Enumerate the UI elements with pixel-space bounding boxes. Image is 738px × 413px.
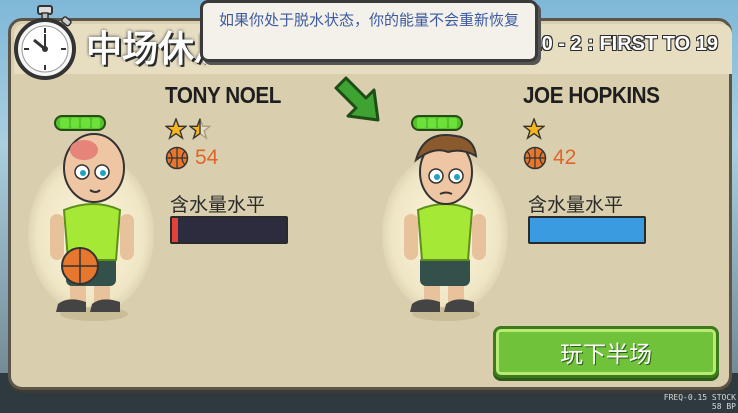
match-score: 10 - 2 : FIRST TO 19 xyxy=(530,33,718,55)
star-half-icon xyxy=(189,118,211,140)
hydration-fill xyxy=(530,218,644,242)
player-name: TONY NOEL xyxy=(165,82,281,108)
page-title: 中场休息 xyxy=(86,29,206,70)
play-second-half-button[interactable]: 玩下半场 xyxy=(493,326,719,378)
player-avatar-joe xyxy=(404,134,486,321)
hydration-bar xyxy=(170,216,288,244)
player-avatar-tony xyxy=(50,133,134,321)
star-rating xyxy=(165,118,211,140)
player-rating: 42 xyxy=(523,146,576,170)
player-name: JOE HOPKINS xyxy=(523,82,660,108)
player-card-joe: JOE HOPKINS 42 含水量水平 xyxy=(368,82,698,321)
dehydration-tooltip: 如果你处于脱水状态，你的能量不会重新恢复 xyxy=(200,0,538,62)
stamina-bar xyxy=(411,115,463,131)
rating-value: 42 xyxy=(553,146,577,169)
debug-line: 58 BP xyxy=(711,402,736,411)
star-full-icon xyxy=(523,118,545,140)
basketball-icon xyxy=(165,146,189,170)
star-rating xyxy=(523,118,545,140)
player-rating: 54 xyxy=(165,146,218,170)
hydration-bar xyxy=(528,216,646,244)
hydration-fill xyxy=(172,218,178,242)
player-card-tony: TONY NOEL 54 含水量水平 xyxy=(10,82,340,321)
star-full-icon xyxy=(165,118,187,140)
hydration-label: 含水量水平 xyxy=(528,194,624,216)
hydration-label: 含水量水平 xyxy=(170,194,266,216)
stamina-bar xyxy=(54,115,106,131)
debug-overlay: FREQ-0.15 STOCK 58 BP xyxy=(664,393,736,411)
stopwatch-icon xyxy=(14,5,76,80)
basketball-icon xyxy=(523,146,547,170)
debug-line: FREQ-0.15 STOCK xyxy=(663,393,736,402)
rating-value: 54 xyxy=(195,146,219,169)
